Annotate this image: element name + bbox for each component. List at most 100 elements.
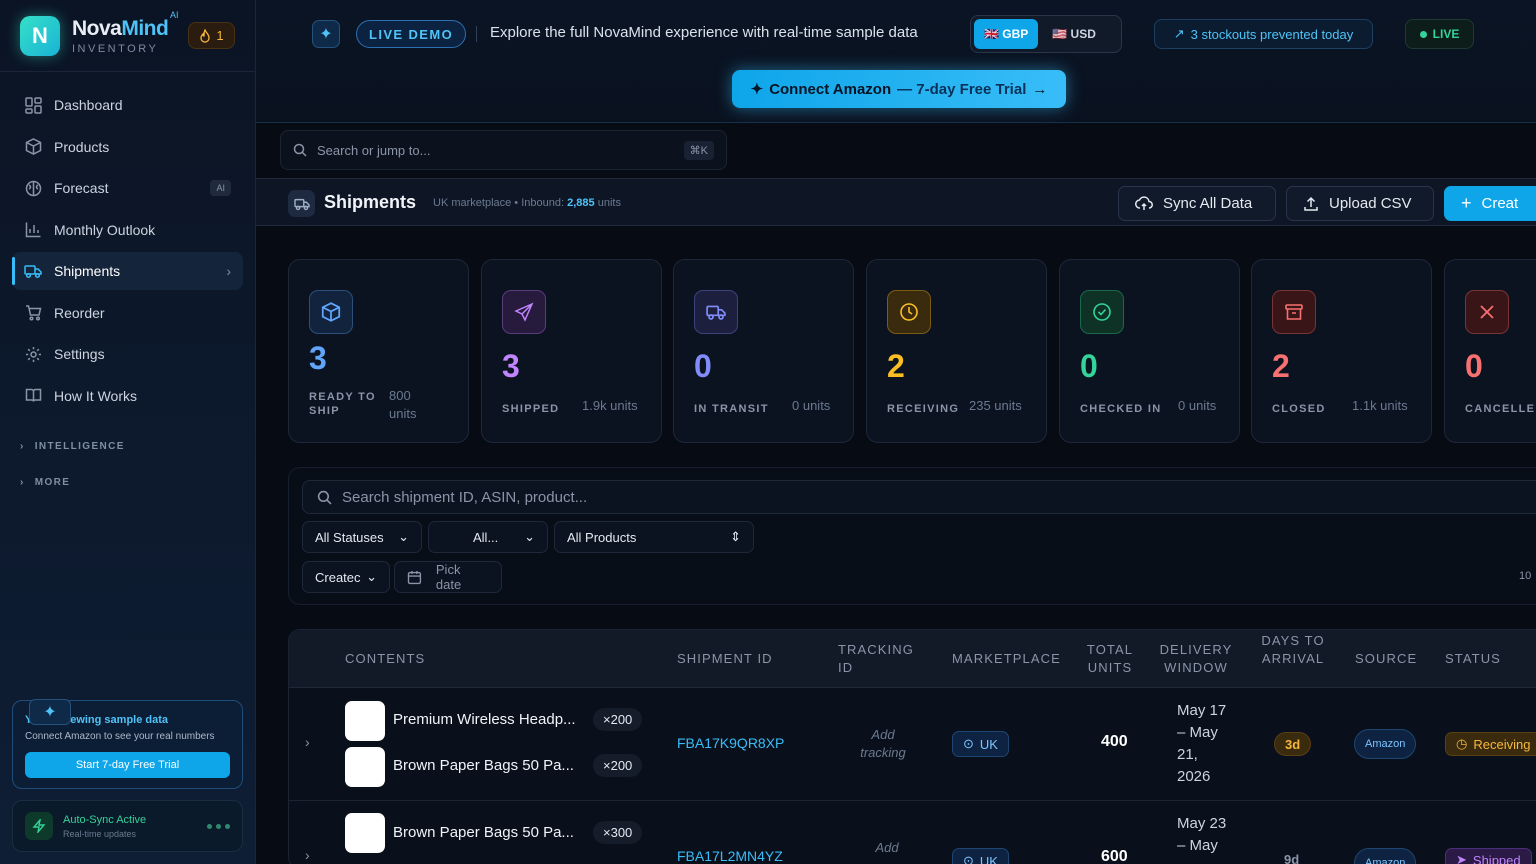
status-badge: ◷ Receiving: [1445, 732, 1536, 756]
sidebar-item-forecast[interactable]: Forecast AI: [12, 169, 243, 207]
date-picker[interactable]: Pick date: [394, 561, 502, 593]
create-shipment-button[interactable]: + Creat: [1444, 186, 1536, 221]
sidebar-item-monthly-outlook[interactable]: Monthly Outlook: [12, 211, 243, 249]
sidebar-item-settings[interactable]: Settings: [12, 335, 243, 373]
status-card-receiving[interactable]: 2 RECEIVING 235 units: [866, 259, 1047, 443]
search-icon: [317, 490, 332, 504]
shipment-id-link[interactable]: FBA17L2MN4YZ: [677, 848, 783, 864]
check-circle-icon: [1080, 290, 1124, 334]
date-placeholder: Pick date: [435, 562, 462, 592]
x-icon: [1465, 290, 1509, 334]
page-size[interactable]: 10: [1519, 570, 1531, 582]
demo-text: Explore the full NovaMind experience wit…: [490, 24, 918, 41]
days-badge: 3d: [1274, 732, 1312, 756]
shipment-search-input[interactable]: Search shipment ID, ASIN, product...: [302, 480, 1536, 514]
section-intelligence[interactable]: › INTELLIGENCE: [0, 429, 255, 465]
date-type-select[interactable]: Createc ⌄: [302, 561, 390, 593]
header-total-units[interactable]: TOTAL UNITS: [1079, 641, 1141, 677]
sync-title: Auto-Sync Active: [63, 813, 147, 826]
truck-icon: [288, 190, 315, 217]
app-logo[interactable]: N: [20, 15, 60, 56]
currency-usd[interactable]: 🇺🇸 USD: [1042, 19, 1106, 49]
send-icon: ➤: [1456, 852, 1467, 864]
status-card-closed[interactable]: 2 CLOSED 1.1k units: [1251, 259, 1432, 443]
section-more[interactable]: › MORE: [0, 465, 255, 501]
marketplace-filter-select[interactable]: All... ⌄: [428, 521, 548, 553]
select-value: All Products: [567, 529, 637, 545]
expand-chevron-icon[interactable]: ›: [305, 734, 310, 750]
source-badge: Amazon: [1354, 729, 1417, 759]
chevron-down-icon: ⌄: [524, 529, 535, 544]
page-subtitle: UK marketplace • Inbound: 2,885 units: [433, 197, 621, 209]
status-card-ready-to-ship[interactable]: 3 READY TO SHIP 800 units: [288, 259, 469, 443]
product-filter-select[interactable]: All Products ⇕: [554, 521, 754, 553]
chevron-up-down-icon: ⇕: [730, 529, 741, 544]
status-card-checked-in[interactable]: 0 CHECKED IN 0 units: [1059, 259, 1240, 443]
expand-chevron-icon[interactable]: ›: [305, 847, 310, 863]
clock-icon: ◷: [1456, 736, 1468, 751]
status-card-cancelled[interactable]: 0 CANCELLE: [1444, 259, 1536, 443]
auto-sync-status: Auto-Sync Active Real-time updates: [12, 800, 243, 852]
sidebar-item-label: Forecast: [54, 180, 109, 196]
plus-icon: +: [1461, 193, 1472, 213]
filters-panel: Search shipment ID, ASIN, product... All…: [288, 467, 1536, 605]
header-shipment-id[interactable]: SHIPMENT ID: [677, 650, 773, 668]
currency-gbp[interactable]: 🇬🇧 GBP: [974, 19, 1039, 49]
sidebar-item-label: Reorder: [54, 304, 105, 321]
table-row[interactable]: › Premium Wireless Headp... ×200 Brown P…: [289, 688, 1536, 801]
status-label: RECEIVING: [887, 403, 960, 415]
source-badge: Amazon: [1354, 848, 1417, 864]
shipment-id-link[interactable]: FBA17K9QR8XP: [677, 735, 784, 751]
marketplace-label: UK: [979, 736, 998, 752]
header-tracking-id[interactable]: TRACKING ID: [838, 641, 916, 677]
add-tracking-link[interactable]: Add tracking: [847, 726, 919, 762]
header-delivery-window[interactable]: DELIVERY WINDOW: [1159, 641, 1233, 677]
sidebar-item-how-it-works[interactable]: How It Works: [12, 377, 243, 415]
demo-banner: ✦ LIVE DEMO Explore the full NovaMind ex…: [256, 0, 1536, 123]
header-source[interactable]: SOURCE: [1355, 650, 1417, 668]
status-count: 0: [694, 348, 712, 384]
sparkle-icon: ✦: [750, 81, 764, 98]
section-label: INTELLIGENCE: [34, 441, 125, 452]
status-units: 235 units: [969, 398, 1022, 413]
create-label: Creat: [1481, 195, 1519, 212]
status-units: 0 units: [792, 398, 831, 413]
sidebar-item-dashboard[interactable]: Dashboard: [12, 86, 243, 124]
chevron-down-icon: ⌄: [398, 529, 409, 544]
streak-badge[interactable]: 1: [188, 22, 235, 49]
connect-amazon-button[interactable]: ✦ Connect Amazon — 7-day Free Trial →: [732, 70, 1066, 108]
main-content: ✦ LIVE DEMO Explore the full NovaMind ex…: [256, 0, 1536, 864]
chevron-right-icon: ›: [20, 441, 25, 452]
add-tracking-link[interactable]: Add: [847, 839, 927, 857]
product-name: Premium Wireless Headp...: [393, 711, 576, 728]
header-days-to-arrival[interactable]: DAYS TO ARRIVAL: [1249, 632, 1337, 668]
sidebar-item-label: Monthly Outlook: [54, 221, 156, 238]
status-label: Receiving: [1473, 736, 1531, 752]
sync-all-data-button[interactable]: Sync All Data: [1118, 186, 1276, 221]
sidebar-item-products[interactable]: Products: [12, 128, 243, 166]
status-count: 0: [1080, 348, 1098, 384]
brand-name: NovaMind: [72, 16, 169, 40]
status-card-shipped[interactable]: 3 SHIPPED 1.9k units: [481, 259, 662, 443]
search-placeholder: Search shipment ID, ASIN, product...: [342, 488, 588, 506]
sync-subtitle: Real-time updates: [63, 828, 137, 839]
quantity-badge: ×200: [593, 708, 643, 731]
header-status[interactable]: STATUS: [1445, 650, 1501, 668]
header-marketplace[interactable]: MARKETPLACE: [952, 650, 1061, 668]
upload-label: Upload CSV: [1329, 195, 1412, 212]
page-header: Shipments UK marketplace • Inbound: 2,88…: [256, 178, 1536, 226]
table-row[interactable]: › Brown Paper Bags 50 Pa... ×300 FBA17L2…: [289, 801, 1536, 864]
marketplace-badge: ⊙ UK: [952, 731, 1009, 757]
product-thumbnail: [345, 747, 385, 787]
status-filter-select[interactable]: All Statuses ⌄: [302, 521, 422, 553]
start-trial-button[interactable]: Start 7-day Free Trial: [25, 752, 230, 778]
status-label: CLOSED: [1272, 403, 1326, 415]
upload-csv-button[interactable]: Upload CSV: [1286, 186, 1434, 221]
status-card-in-transit[interactable]: 0 IN TRANSIT 0 units: [673, 259, 854, 443]
product-name: Brown Paper Bags 50 Pa...: [393, 757, 574, 774]
status-units: 0 units: [1178, 398, 1217, 413]
global-search-input[interactable]: Search or jump to... ⌘K: [280, 130, 727, 170]
sidebar-item-reorder[interactable]: Reorder: [12, 294, 243, 332]
sidebar-item-shipments[interactable]: Shipments ›: [12, 252, 243, 290]
header-contents[interactable]: CONTENTS: [345, 650, 425, 668]
